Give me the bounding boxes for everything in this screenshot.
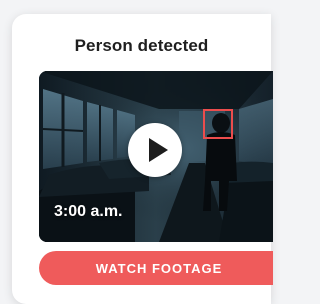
video-thumbnail[interactable]: 3:00 a.m. [39, 71, 273, 242]
play-button[interactable] [128, 123, 182, 177]
alert-card: Person detected 3:00 a.m. WATCH FOOTAGE [12, 14, 273, 304]
alert-title: Person detected [74, 36, 209, 55]
detection-box [203, 109, 233, 139]
play-icon [149, 138, 168, 162]
watch-footage-button[interactable]: WATCH FOOTAGE [39, 251, 273, 285]
timestamp-label: 3:00 a.m. [54, 203, 123, 220]
